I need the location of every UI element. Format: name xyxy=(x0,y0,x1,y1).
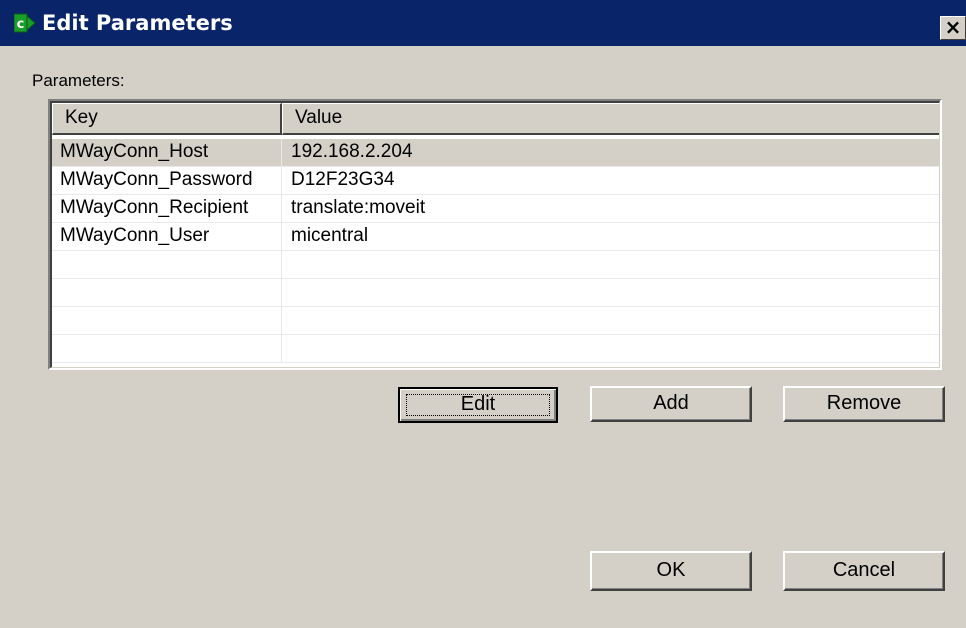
close-icon: × xyxy=(944,15,962,39)
table-row[interactable] xyxy=(52,335,939,363)
cancel-button[interactable]: Cancel xyxy=(783,551,945,591)
edit-button[interactable]: Edit xyxy=(398,387,558,423)
column-header-key[interactable]: Key xyxy=(52,103,282,135)
row-key xyxy=(52,307,282,335)
table-row[interactable]: MWayConn_Recipient translate:moveit xyxy=(52,195,939,223)
remove-button[interactable]: Remove xyxy=(783,386,945,422)
add-button-label: Add xyxy=(653,392,689,414)
table-row[interactable]: MWayConn_Host 192.168.2.204 xyxy=(52,139,939,167)
svg-text:c: c xyxy=(17,17,25,32)
row-key xyxy=(52,279,282,307)
add-button[interactable]: Add xyxy=(590,386,752,422)
row-value: D12F23G34 xyxy=(291,169,395,190)
column-header-value[interactable]: Value xyxy=(282,103,939,135)
list-header: Key Value xyxy=(52,103,939,135)
row-value: translate:moveit xyxy=(291,197,426,218)
table-row[interactable] xyxy=(52,307,939,335)
ok-button-label: OK xyxy=(656,559,686,581)
row-value: 192.168.2.204 xyxy=(291,141,413,162)
row-value xyxy=(282,307,939,335)
table-row[interactable]: MWayConn_User micentral xyxy=(52,223,939,251)
cancel-button-label: Cancel xyxy=(832,559,896,581)
parameters-list-body: Key Value MWayConn_Host 192.168.2.204 MWay… xyxy=(50,101,940,368)
edit-button-label: Edit xyxy=(460,393,496,415)
title-bar[interactable]: c Edit Parameters × xyxy=(0,0,966,47)
row-key: MWayConn_Host xyxy=(52,139,282,167)
remove-button-label: Remove xyxy=(826,392,902,414)
app-icon: c xyxy=(14,13,36,33)
table-row[interactable] xyxy=(52,279,939,307)
row-value xyxy=(282,335,939,363)
close-button[interactable]: × xyxy=(940,16,966,40)
window-title: Edit Parameters xyxy=(42,11,233,35)
row-key xyxy=(52,335,282,363)
table-row[interactable] xyxy=(52,251,939,279)
parameters-list[interactable]: Key Value MWayConn_Host 192.168.2.204 MWay… xyxy=(48,99,942,370)
row-value: micentral xyxy=(291,225,369,246)
parameters-label: Parameters: xyxy=(32,71,125,90)
table-row[interactable]: MWayConn_Password D12F23G34 xyxy=(52,167,939,195)
row-value xyxy=(282,251,939,279)
row-key: MWayConn_User xyxy=(52,223,282,251)
row-key xyxy=(52,251,282,279)
row-key: MWayConn_Recipient xyxy=(52,195,282,223)
ok-button[interactable]: OK xyxy=(590,551,752,591)
row-key: MWayConn_Password xyxy=(52,167,282,195)
row-value xyxy=(282,279,939,307)
